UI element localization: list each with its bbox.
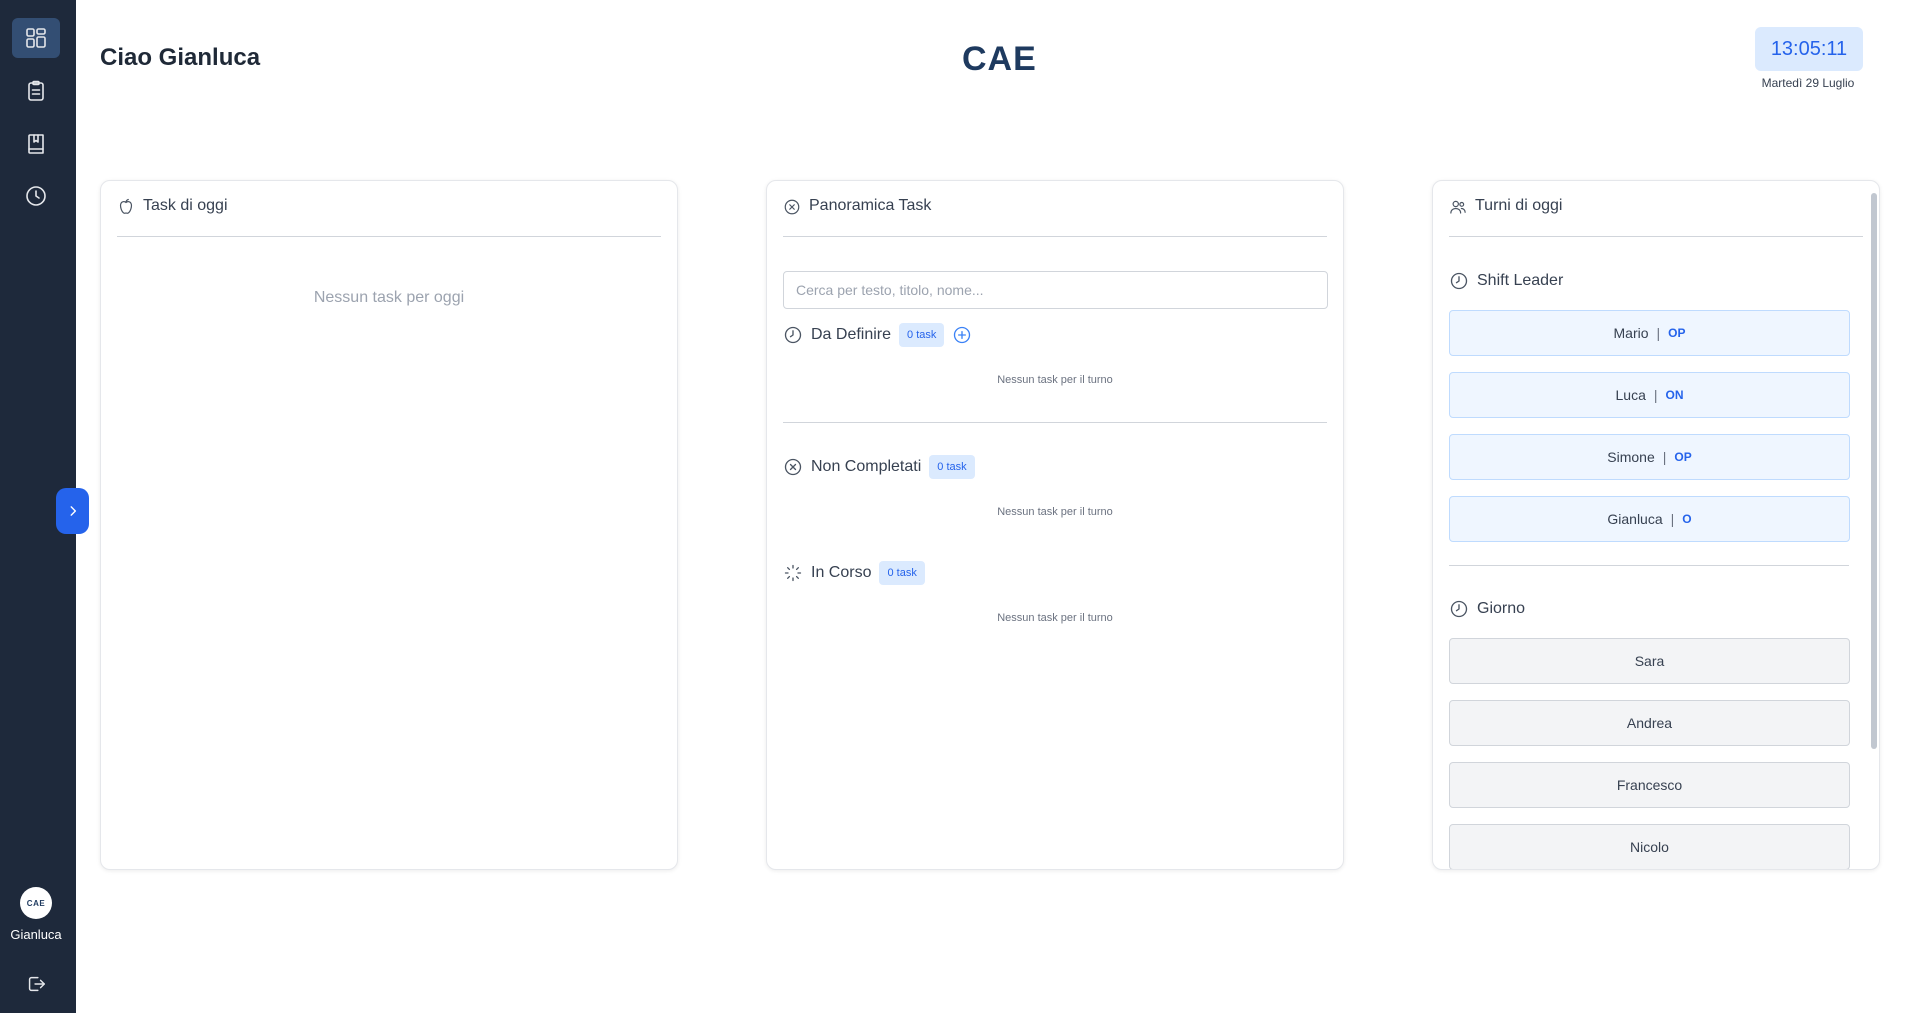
count-badge: 0 task [879, 561, 925, 585]
page-title: Ciao Gianluca [100, 44, 261, 71]
card-header: Panoramica Task [783, 197, 1327, 237]
logout-icon [28, 976, 45, 992]
role-badge: OP [1674, 450, 1692, 464]
separator: | [1653, 387, 1658, 403]
role-badge: OP [1668, 326, 1686, 340]
section-non-completati: Non Completati 0 task [783, 455, 975, 479]
person-name: Simone [1607, 449, 1655, 465]
clock-icon [26, 186, 46, 206]
card-header: Task di oggi [117, 197, 661, 237]
person-name: Nicolo [1630, 839, 1669, 855]
user-name: Gianluca [10, 927, 62, 942]
clock-icon [1450, 272, 1468, 290]
chevron-right-icon [70, 506, 76, 516]
role-badge: ON [1665, 388, 1684, 402]
person-name: Luca [1615, 387, 1646, 403]
divider [1449, 565, 1849, 566]
clock-icon [1450, 600, 1468, 618]
divider [783, 422, 1327, 423]
loader-icon [784, 564, 802, 582]
shifts-card: Turni di oggi Shift Leader Mario | OP Lu… [1432, 180, 1880, 870]
clock-icon [784, 326, 802, 344]
separator: | [1656, 325, 1661, 341]
tasks-today-card: Task di oggi Nessun task per oggi [100, 180, 678, 870]
day-shift-item[interactable]: Francesco [1449, 762, 1850, 808]
clipboard-icon [28, 80, 44, 101]
shift-leader-item[interactable]: Gianluca | O [1449, 496, 1850, 542]
section-shift-leader: Shift Leader [1449, 271, 1563, 291]
apple-icon [119, 198, 133, 214]
nav-logbook[interactable] [12, 124, 60, 164]
section-title: Da Definire [811, 326, 892, 343]
scrollbar[interactable] [1871, 193, 1877, 749]
sidebar-expand-button[interactable] [56, 488, 89, 534]
book-icon [28, 134, 44, 154]
x-circle-icon [784, 458, 802, 476]
day-shift-item[interactable]: Sara [1449, 638, 1850, 684]
count-badge: 0 task [899, 323, 945, 347]
logout-button[interactable] [24, 972, 48, 996]
shift-leader-item[interactable]: Luca | ON [1449, 372, 1850, 418]
section-in-corso: In Corso 0 task [783, 561, 925, 585]
users-icon [1450, 200, 1466, 214]
card-title: Panoramica Task [809, 197, 932, 214]
person-name: Sara [1634, 653, 1665, 669]
day-shift-item[interactable]: Andrea [1449, 700, 1850, 746]
search-input[interactable] [783, 271, 1328, 309]
avatar-text: CAE [26, 898, 46, 908]
shift-leader-item[interactable]: Simone | OP [1449, 434, 1850, 480]
person-name: Gianluca [1607, 511, 1663, 527]
clock-date: Martedì 29 Luglio [1761, 76, 1855, 90]
empty-message: Nessun task per oggi [313, 289, 465, 306]
section-da-definire: Da Definire 0 task [783, 323, 972, 347]
overview-card: Panoramica Task Da Definire 0 task Nessu… [766, 180, 1344, 870]
count-badge: 0 task [929, 455, 975, 479]
person-name: Mario [1613, 325, 1649, 341]
section-title: Shift Leader [1477, 272, 1564, 289]
logo: CAE [962, 40, 1037, 78]
shift-leader-item[interactable]: Mario | OP [1449, 310, 1850, 356]
separator: | [1670, 511, 1675, 527]
section-title: Giorno [1477, 600, 1526, 617]
nav-dashboard[interactable] [12, 18, 60, 58]
nav-history[interactable] [12, 176, 60, 216]
plus-circle-icon [954, 326, 971, 344]
avatar[interactable]: CAE [20, 887, 52, 919]
separator: | [1662, 449, 1667, 465]
section-title: Non Completati [811, 458, 922, 475]
card-header: Turni di oggi [1449, 197, 1863, 237]
day-shift-item[interactable]: Nicolo [1449, 824, 1850, 869]
empty-message: Nessun task per il turno [997, 506, 1113, 518]
add-task-button[interactable] [952, 325, 972, 345]
card-title: Turni di oggi [1475, 197, 1563, 214]
empty-message: Nessun task per il turno [997, 612, 1113, 624]
role-badge: O [1682, 512, 1692, 526]
x-circle-icon [784, 199, 800, 215]
person-name: Francesco [1616, 777, 1683, 793]
section-giorno: Giorno [1449, 599, 1525, 619]
nav-tasks[interactable] [12, 71, 60, 111]
section-title: In Corso [811, 564, 872, 581]
clock-time: 13:05:11 [1755, 27, 1863, 71]
empty-message: Nessun task per il turno [997, 374, 1113, 386]
card-title: Task di oggi [143, 197, 228, 214]
dashboard-icon [26, 28, 46, 48]
person-name: Andrea [1626, 715, 1673, 731]
